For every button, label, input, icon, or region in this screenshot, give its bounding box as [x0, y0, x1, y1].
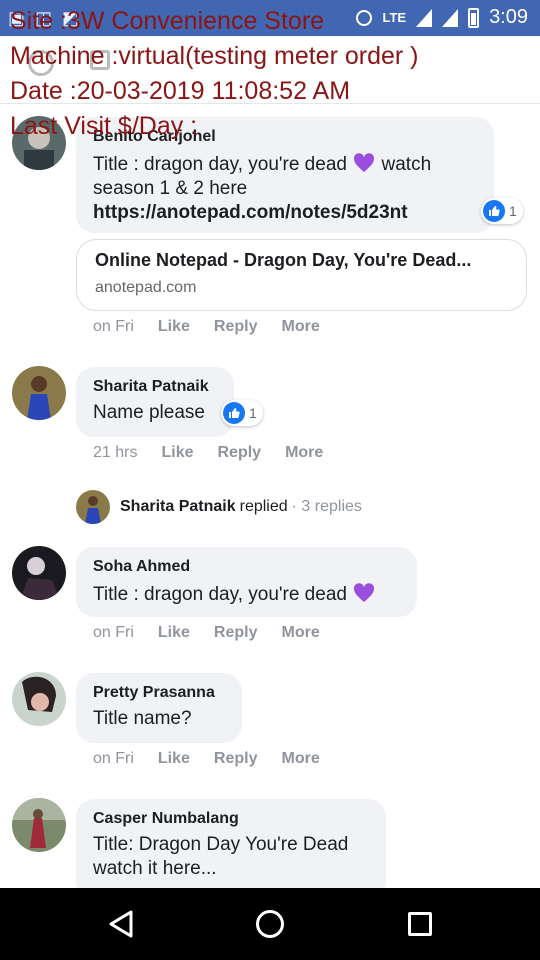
comment-text-part2: watch it here...: [93, 858, 217, 879]
clock: 3:09: [489, 6, 528, 28]
link-preview-card[interactable]: Online Notepad - Dragon Day, You're Dead…: [76, 239, 527, 311]
comment-text: Title: Dragon Day You're Dead watch it h…: [93, 833, 368, 881]
comment-text: Title : dragon day, you're dead watch se…: [93, 151, 476, 225]
comment-time: 21 hrs: [93, 444, 138, 461]
overlay-site: Site :3W Convenience Store: [10, 7, 325, 35]
purple-heart-icon: [352, 581, 376, 605]
replies-count: · 3 replies: [291, 498, 362, 515]
comment-bubble[interactable]: Sharita Patnaik Name please: [76, 367, 234, 437]
comment-author[interactable]: Pretty Prasanna: [93, 683, 224, 703]
avatar[interactable]: [12, 546, 66, 600]
reply-button[interactable]: Reply: [214, 624, 258, 642]
home-icon[interactable]: [256, 910, 284, 938]
comment-actions: on Fri Like Reply More: [93, 624, 344, 642]
reaction-count[interactable]: 1: [221, 400, 263, 426]
more-button[interactable]: More: [282, 750, 320, 768]
link-preview-title: Online Notepad - Dragon Day, You're Dead…: [95, 250, 472, 270]
comment-text-part1: Title : dragon day, you're dead: [93, 584, 347, 605]
purple-heart-icon: [352, 151, 376, 175]
like-button[interactable]: Like: [158, 624, 190, 642]
signal-icon-2: [442, 8, 459, 27]
more-button[interactable]: More: [285, 444, 323, 462]
comment-bubble[interactable]: Casper Numbalang Title: Dragon Day You'r…: [76, 799, 386, 899]
comment-text-part1: Title: Dragon Day You're Dead: [93, 834, 349, 855]
reply-author: Sharita Patnaik: [120, 498, 236, 515]
overlay-date: Date :20-03-2019 11:08:52 AM: [10, 77, 351, 105]
comment-time: on Fri: [93, 750, 134, 767]
reaction-count[interactable]: 1: [481, 198, 523, 224]
reply-button[interactable]: Reply: [214, 318, 258, 336]
replied-word: replied: [239, 498, 288, 515]
comment-text-part3: season 1 & 2 here: [93, 178, 248, 199]
reply-button[interactable]: Reply: [214, 750, 258, 768]
thumbs-up-icon: [483, 200, 505, 222]
screen: ▣ ◫ ◩ LTE 3:09 Site :3W Convenience Stor…: [0, 0, 540, 960]
recent-apps-icon[interactable]: [408, 912, 432, 936]
overlay-last-visit: Last Visit $/Day :: [10, 112, 198, 140]
thumbs-up-icon: [223, 402, 245, 424]
comment-actions: on Fri Like Reply More: [93, 318, 344, 336]
comment-text: Title : dragon day, you're dead: [93, 581, 399, 607]
avatar[interactable]: [12, 672, 66, 726]
reaction-number: 1: [509, 203, 517, 219]
overlay-machine: Machine :virtual(testing meter order ): [10, 42, 419, 70]
comment-bubble[interactable]: Pretty Prasanna Title name?: [76, 673, 242, 743]
comment-text: Title name?: [93, 708, 192, 729]
comment-text: Name please: [93, 402, 205, 423]
comment-author[interactable]: Sharita Patnaik: [93, 377, 216, 397]
link-preview-domain: anotepad.com: [95, 279, 197, 296]
like-button[interactable]: Like: [158, 318, 190, 336]
back-icon[interactable]: [108, 910, 134, 943]
comment-time: on Fri: [93, 318, 134, 335]
avatar[interactable]: [12, 798, 66, 852]
comment-link[interactable]: https://anotepad.com/notes/5d23nt: [93, 202, 408, 223]
comment-time: on Fri: [93, 624, 134, 641]
avatar[interactable]: [12, 366, 66, 420]
watermark-overlay: Site :3W Convenience Store Machine :virt…: [10, 4, 418, 144]
comment-actions: 21 hrs Like Reply More: [93, 444, 347, 462]
navigation-bar: [0, 888, 540, 960]
comment-text-part2: watch: [381, 154, 432, 175]
comment-actions: on Fri Like Reply More: [93, 750, 344, 768]
reply-button[interactable]: Reply: [217, 444, 261, 462]
more-button[interactable]: More: [282, 624, 320, 642]
reply-avatar: [76, 490, 110, 524]
comment-author[interactable]: Soha Ahmed: [93, 557, 399, 577]
comment-text-part1: Title : dragon day, you're dead: [93, 154, 347, 175]
battery-icon: [468, 7, 480, 28]
reaction-number: 1: [249, 405, 257, 421]
comment-author[interactable]: Casper Numbalang: [93, 809, 368, 829]
like-button[interactable]: Like: [161, 444, 193, 462]
comment-bubble[interactable]: Soha Ahmed Title : dragon day, you're de…: [76, 547, 417, 617]
more-button[interactable]: More: [282, 318, 320, 336]
like-button[interactable]: Like: [158, 750, 190, 768]
view-replies[interactable]: Sharita Patnaik replied · 3 replies: [76, 489, 362, 525]
